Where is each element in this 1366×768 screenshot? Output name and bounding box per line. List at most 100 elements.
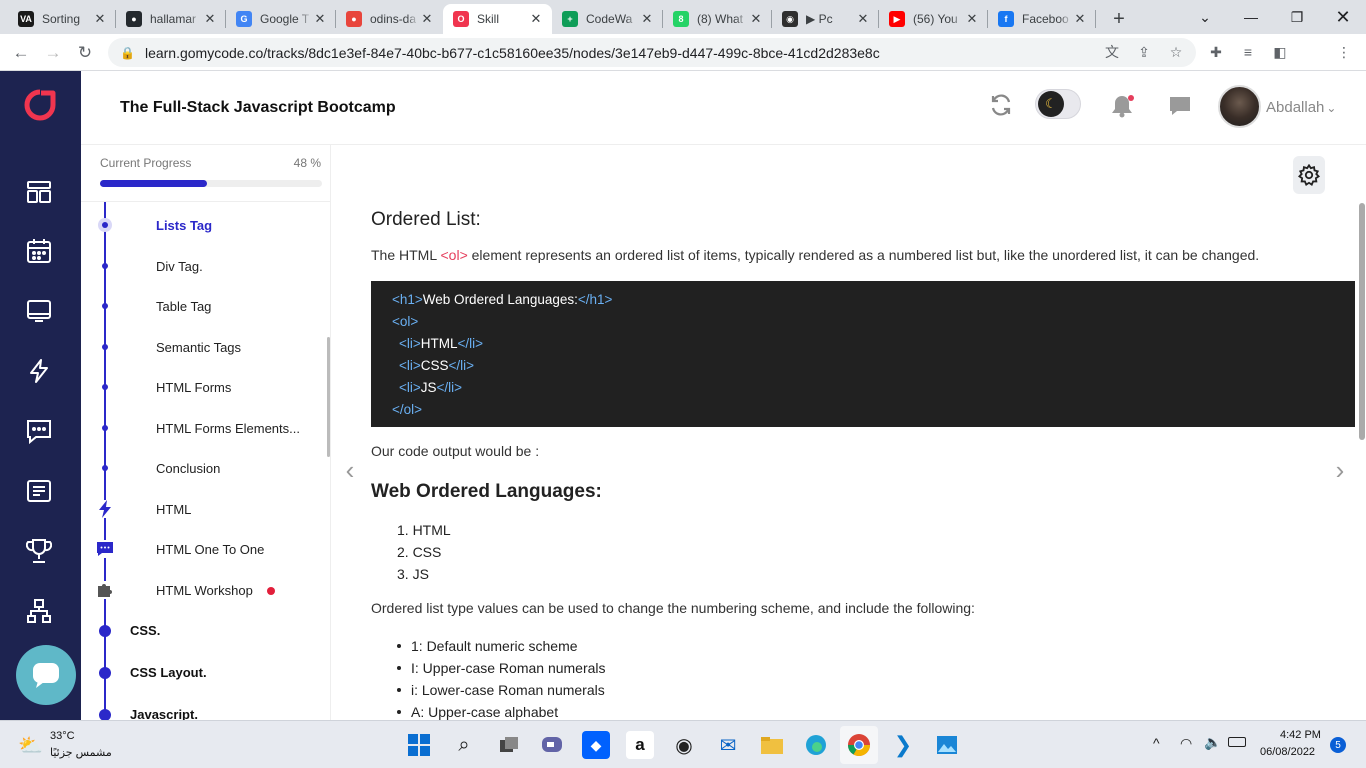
chrome-icon[interactable]	[840, 726, 878, 764]
browser-tab[interactable]: ▶ (56) You ✕	[879, 4, 988, 34]
browser-tab[interactable]: 8 (8) What ✕	[663, 4, 772, 34]
sync-icon[interactable]	[989, 93, 1013, 122]
dark-mode-toggle[interactable]: ☾	[1035, 89, 1081, 119]
start-windows-icon[interactable]	[405, 731, 433, 759]
bookmark-star-icon[interactable]: ☆	[1166, 42, 1186, 62]
address-bar[interactable]: 🔒 learn.gomycode.co/tracks/8dc1e3ef-84e7…	[108, 38, 1196, 67]
section-item[interactable]: CSS Layout.	[130, 665, 207, 680]
close-tab-icon[interactable]: ✕	[748, 11, 764, 27]
lesson-item[interactable]: Semantic Tags	[156, 340, 241, 355]
browser-tab[interactable]: f Faceboo ✕	[988, 4, 1096, 34]
teams-chat-icon[interactable]	[538, 731, 566, 759]
weather-description[interactable]: مشمس جزئيًا	[50, 746, 112, 759]
document-icon[interactable]	[25, 477, 53, 505]
tab-title: hallamar	[150, 12, 197, 26]
close-tab-icon[interactable]: ✕	[964, 11, 980, 27]
close-tab-icon[interactable]: ✕	[419, 11, 435, 27]
output-heading: Web Ordered Languages:	[371, 481, 602, 502]
tab-search-icon[interactable]: ⌄	[1182, 0, 1228, 34]
lesson-item[interactable]: Table Tag	[156, 299, 211, 314]
lesson-item[interactable]: Lists Tag	[156, 218, 212, 233]
amazon-icon[interactable]: a	[626, 731, 654, 759]
browser-tab[interactable]: ◉ ▶ Pc ✕	[772, 4, 879, 34]
battery-icon[interactable]	[1228, 737, 1246, 747]
minimize-button[interactable]: —	[1228, 0, 1274, 34]
lesson-item[interactable]: HTML One To One	[156, 542, 264, 557]
close-tab-icon[interactable]: ✕	[528, 11, 544, 27]
lesson-item[interactable]: Conclusion	[156, 461, 220, 476]
volume-icon[interactable]: 🔈	[1204, 734, 1221, 751]
browser-tab[interactable]: O Skill ✕	[443, 4, 552, 34]
browser-tab[interactable]: ● hallamar ✕	[116, 4, 226, 34]
vscode-icon[interactable]: ❯	[889, 731, 917, 759]
browser-menu-icon[interactable]: ⋮	[1334, 42, 1354, 62]
photos-icon[interactable]	[933, 731, 961, 759]
close-window-button[interactable]: ✕	[1320, 0, 1366, 34]
page-scrollbar[interactable]	[1359, 203, 1365, 440]
lesson-item[interactable]: Div Tag.	[156, 259, 203, 274]
browser-tab[interactable]: ● odins-da ✕	[336, 4, 443, 34]
lesson-item[interactable]: HTML	[156, 502, 191, 517]
lesson-item[interactable]: HTML Forms	[156, 380, 231, 395]
browser-tab[interactable]: VA Sorting ✕	[8, 4, 116, 34]
section-item[interactable]: CSS.	[130, 623, 160, 638]
tab-title: CodeWa	[586, 12, 633, 26]
translate-icon[interactable]: 文	[1102, 42, 1122, 62]
task-view-icon[interactable]	[495, 731, 523, 759]
close-tab-icon[interactable]: ✕	[92, 11, 108, 27]
dashboard-icon[interactable]	[25, 178, 53, 206]
clock-date[interactable]: 06/08/2022	[1260, 746, 1315, 758]
mail-icon[interactable]: ✉	[714, 731, 742, 759]
user-avatar[interactable]	[1218, 85, 1261, 128]
side-panel-icon[interactable]: ◧	[1270, 42, 1290, 62]
user-name[interactable]: Abdallah ⌄	[1266, 99, 1336, 116]
wifi-icon[interactable]: ◠	[1180, 735, 1192, 752]
lesson-item[interactable]: HTML Forms Elements...	[156, 421, 300, 436]
new-tab-button[interactable]: +	[1103, 4, 1135, 34]
messages-icon[interactable]	[25, 417, 53, 445]
section-item[interactable]: Javascript.	[130, 707, 198, 720]
lesson-item[interactable]: HTML Workshop	[156, 583, 275, 598]
close-tab-icon[interactable]: ✕	[855, 11, 871, 27]
reload-button[interactable]: ↻	[72, 40, 98, 66]
settings-button[interactable]	[1293, 156, 1325, 194]
close-tab-icon[interactable]: ✕	[1072, 11, 1088, 27]
trophy-icon[interactable]	[25, 537, 53, 565]
share-icon[interactable]: ⇪	[1134, 42, 1154, 62]
dropbox-icon[interactable]: ◆	[582, 731, 610, 759]
laptop-icon[interactable]	[25, 297, 53, 325]
chat-icon[interactable]	[1168, 94, 1192, 123]
previous-lesson-arrow[interactable]: ‹	[340, 455, 360, 485]
tray-chevron-up-icon[interactable]: ^	[1153, 735, 1160, 751]
reading-list-icon[interactable]: ≡	[1238, 42, 1258, 62]
clock-time[interactable]: 4:42 PM	[1280, 729, 1321, 741]
support-chat-button[interactable]	[16, 645, 76, 705]
weather-icon[interactable]: ⛅	[18, 733, 43, 758]
sheets-icon: +	[562, 11, 578, 27]
file-explorer-icon[interactable]	[758, 731, 786, 759]
app-icon[interactable]: ◉	[670, 731, 698, 759]
browser-tab[interactable]: + CodeWa ✕	[552, 4, 663, 34]
gomycode-logo[interactable]	[24, 89, 56, 121]
restore-button[interactable]: ❐	[1274, 0, 1320, 34]
lightning-icon[interactable]	[25, 357, 53, 385]
edge-icon[interactable]	[802, 731, 830, 759]
progress-label: Current Progress	[100, 156, 192, 170]
close-tab-icon[interactable]: ✕	[312, 11, 328, 27]
hierarchy-icon[interactable]	[25, 597, 53, 625]
notification-badge[interactable]: 5	[1330, 737, 1346, 753]
notifications-bell-icon[interactable]	[1109, 93, 1135, 124]
close-tab-icon[interactable]: ✕	[639, 11, 655, 27]
forward-button[interactable]: →	[40, 40, 66, 66]
extensions-icon[interactable]: ✚	[1206, 42, 1226, 62]
browser-tab[interactable]: G Google T ✕	[226, 4, 336, 34]
next-lesson-arrow[interactable]: ›	[1330, 455, 1350, 485]
calendar-icon[interactable]	[25, 237, 53, 265]
search-icon[interactable]: ⌕	[450, 731, 478, 759]
sidebar-scrollbar[interactable]	[327, 337, 330, 457]
close-tab-icon[interactable]: ✕	[202, 11, 218, 27]
weather-temperature[interactable]: 33°C	[50, 730, 75, 742]
tab-title: ▶ Pc	[806, 12, 833, 26]
code-line: <ol>	[392, 314, 419, 329]
back-button[interactable]: ←	[8, 40, 34, 66]
